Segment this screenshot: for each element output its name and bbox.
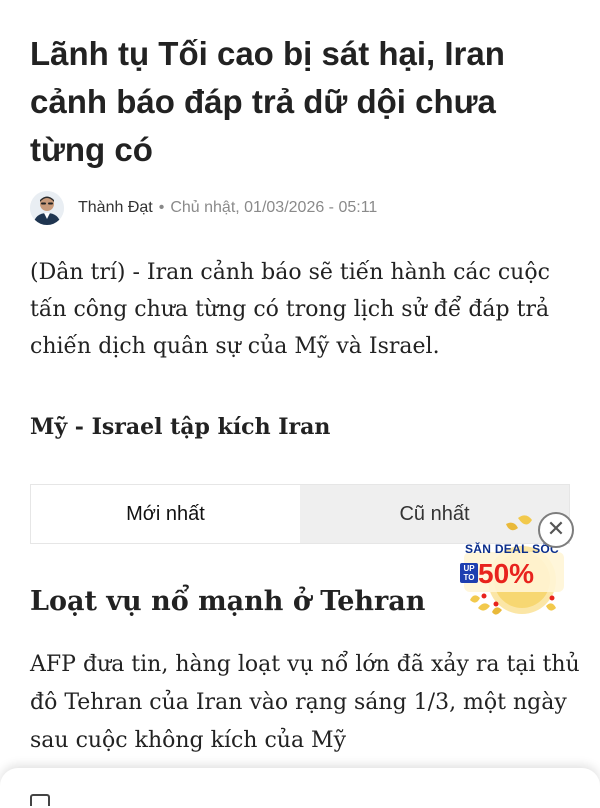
- author-avatar[interactable]: [30, 191, 64, 225]
- byline-separator: •: [158, 199, 165, 216]
- article-headline: Lãnh tụ Tối cao bị sát hại, Iran cảnh bá…: [30, 35, 505, 168]
- promo-prefix: UP TO: [460, 563, 478, 583]
- bottom-sheet[interactable]: [0, 768, 600, 808]
- promo-badge[interactable]: SĂN DEAL SỐC UP TO 50% ✕: [456, 508, 574, 624]
- close-icon[interactable]: ✕: [538, 512, 574, 548]
- live-entry-heading: Loạt vụ nổ mạnh ở Tehran: [30, 586, 426, 617]
- author-name[interactable]: Thành Đạt: [78, 199, 153, 217]
- live-entry-body: AFP đưa tin, hàng loạt vụ nổ lớn đã xảy …: [30, 652, 580, 753]
- article-lead: (Dân trí) - Iran cảnh báo sẽ tiến hành c…: [30, 260, 550, 359]
- bottom-sheet-icon[interactable]: [30, 794, 50, 806]
- author-avatar-image: [30, 191, 64, 225]
- article-page: Lãnh tụ Tối cao bị sát hại, Iran cảnh bá…: [0, 0, 600, 808]
- live-section-title: Mỹ - Israel tập kích Iran: [30, 414, 331, 440]
- article-byline: Thành Đạt • Chủ nhật, 01/03/2026 - 05:11: [30, 188, 377, 228]
- publish-date: Chủ nhật, 01/03/2026 - 05:11: [170, 199, 378, 216]
- tab-newest[interactable]: Mới nhất: [31, 485, 300, 543]
- promo-discount: 50%: [478, 558, 535, 589]
